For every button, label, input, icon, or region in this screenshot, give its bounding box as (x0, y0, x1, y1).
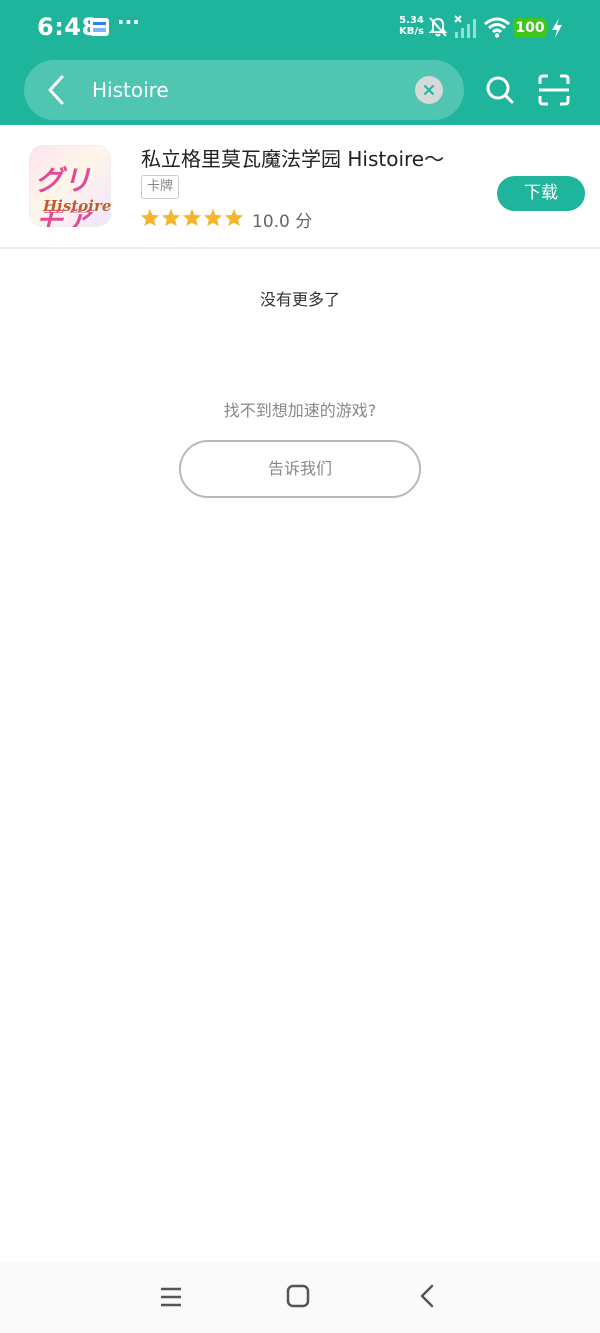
charging-bolt-icon (552, 18, 562, 38)
tell-us-button[interactable]: 告诉我们 (179, 440, 421, 498)
notification-app-icon (90, 18, 109, 36)
network-speed: 5.34 KB/s (399, 15, 424, 37)
status-bar: 6:48 ··· 5.34 KB/s 100 (0, 0, 600, 56)
clear-search-button[interactable] (415, 76, 443, 104)
rating-score: 10.0 分 (252, 212, 313, 232)
recent-apps-icon[interactable] (159, 1285, 183, 1309)
app-icon-logo-subtext: Histoire (43, 197, 111, 215)
category-tag: 卡牌 (141, 175, 180, 199)
wifi-icon (484, 17, 510, 38)
home-icon[interactable] (286, 1284, 310, 1308)
no-more-results-text: 没有更多了 (259, 290, 340, 309)
star-icon (203, 208, 223, 227)
app-icon: グリモア Histoire (29, 145, 111, 227)
app-icon-logo-text: グリモア (35, 164, 92, 227)
header: 6:48 ··· 5.34 KB/s 100 (0, 0, 600, 125)
app-title: 私立格里莫瓦魔法学园 Histoire～ (141, 147, 445, 171)
rating-stars (140, 208, 245, 228)
cant-find-prompt: 找不到想加速的游戏? (223, 401, 377, 420)
download-button[interactable]: 下载 (497, 176, 585, 211)
star-icon (224, 208, 244, 227)
search-icon[interactable] (484, 74, 516, 106)
mute-bell-icon (428, 17, 448, 37)
search-input[interactable] (92, 74, 402, 106)
more-notifications-icon: ··· (117, 10, 140, 34)
back-arrow-icon[interactable] (44, 73, 68, 107)
star-icon (140, 208, 160, 227)
star-icon (161, 208, 181, 227)
nav-back-icon[interactable] (417, 1284, 437, 1308)
clear-icon (424, 85, 434, 95)
battery-level: 100 (513, 18, 547, 38)
search-result-item[interactable]: グリモア Histoire 私立格里莫瓦魔法学园 Histoire～ 卡牌 10… (0, 125, 600, 249)
network-speed-value: 5.34 (399, 15, 424, 26)
network-speed-unit: KB/s (399, 26, 424, 37)
star-icon (182, 208, 202, 227)
signal-icon (454, 15, 476, 38)
scan-icon[interactable] (538, 74, 570, 106)
